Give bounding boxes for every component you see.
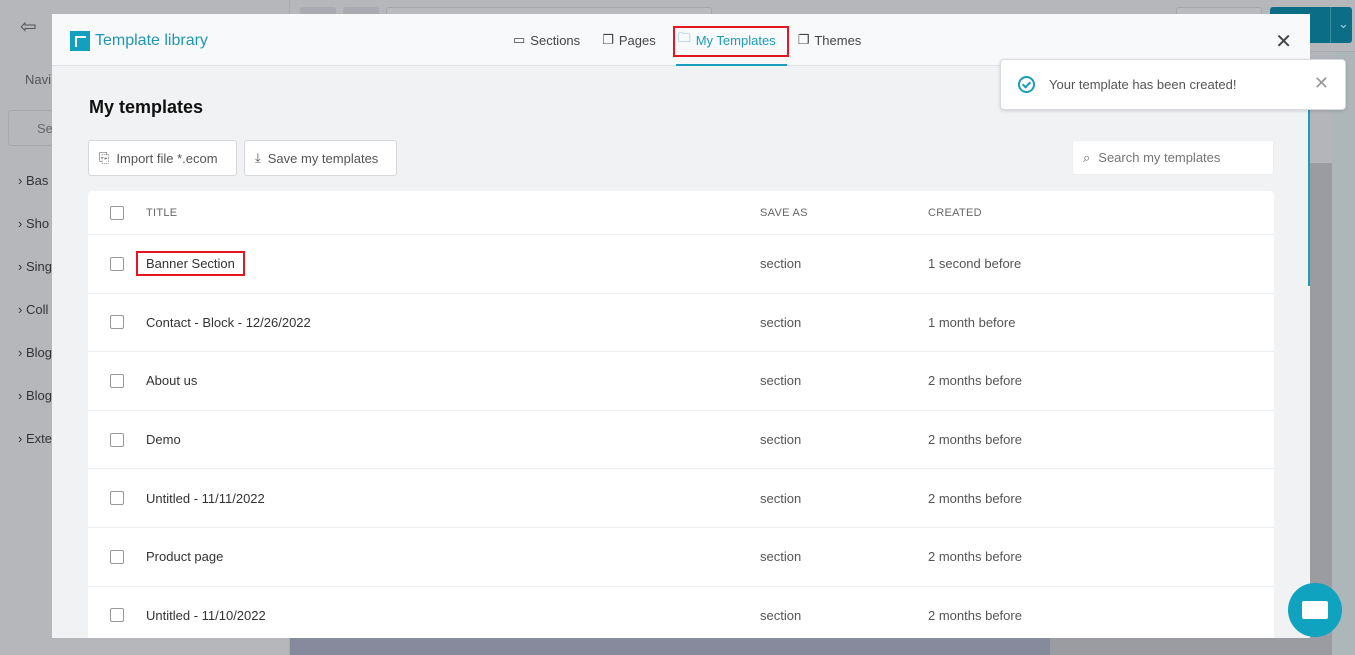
highlighted-title: Banner Section [136, 251, 245, 277]
sidebar-item[interactable]: › Exte [18, 431, 52, 446]
table-row[interactable]: Untitled - 11/11/2022 section 2 months bef… [88, 469, 1274, 528]
title-cell: Product page [146, 549, 224, 565]
sidebar-item-label: Bas [25, 173, 49, 188]
close-icon[interactable]: ✕ [1275, 29, 1292, 54]
right-panel [1332, 52, 1355, 655]
toast-message: Your template has been created! [1049, 77, 1237, 92]
search-icon: ⌕ [1083, 149, 1091, 165]
highlight-box [672, 26, 789, 57]
search-field[interactable]: ⌕ [1072, 140, 1274, 175]
button-label: Save my templates [267, 150, 379, 166]
column-save-as: SAVE AS [760, 206, 808, 219]
themes-icon: ❐ [797, 32, 810, 47]
save-as-cell: section [760, 549, 802, 565]
table-row[interactable]: About us section 2 months before [88, 352, 1274, 411]
sidebar-item-label: Blog [25, 345, 52, 360]
sidebar-item-label: Coll [25, 302, 49, 317]
tab-themes[interactable]: ❐ Themes [787, 14, 873, 66]
tab-label: Sections [530, 32, 581, 48]
created-cell: 2 months before [928, 432, 1022, 448]
created-cell: 2 months before [928, 373, 1022, 389]
sidebar-item-label: Blog [25, 388, 52, 403]
select-all-checkbox[interactable] [110, 205, 124, 220]
sidebar-item[interactable]: › Bas [18, 173, 48, 188]
created-cell: 2 months before [928, 607, 1022, 623]
tab-my-templates[interactable]: 🗀 My Templates [667, 14, 789, 66]
tab-label: Pages [618, 32, 656, 48]
sidebar-item-label: Sing [25, 259, 52, 274]
pages-icon: ❐ [602, 32, 614, 47]
tab-pages[interactable]: ❐ Pages [591, 14, 667, 66]
created-cell: 2 months before [928, 490, 1022, 506]
title-cell: Banner Section [136, 251, 760, 277]
button-label: Import file *.ecom [116, 150, 218, 166]
sidebar-item[interactable]: › Sho [18, 216, 49, 231]
chat-icon [1302, 601, 1328, 619]
save-as-cell: section [760, 373, 802, 389]
sidebar-item[interactable]: › Blog [18, 345, 52, 360]
column-created: CREATED [928, 206, 982, 219]
sidebar-item-label: Exte [25, 431, 52, 446]
row-checkbox[interactable] [110, 608, 124, 623]
save-as-cell: section [760, 490, 802, 506]
table-row[interactable]: Untitled - 11/10/2022 section 2 months bef… [88, 587, 1274, 638]
page-title: My templates [89, 97, 204, 117]
chat-button[interactable] [1288, 583, 1342, 637]
check-circle-icon [1018, 76, 1035, 93]
save-as-cell: section [760, 607, 802, 623]
table-row[interactable]: Demo section 2 months before [88, 411, 1274, 470]
title-cell: Demo [146, 432, 181, 448]
import-icon: ⎘ [99, 150, 110, 165]
tab-navigator[interactable]: Navi [25, 72, 51, 87]
search-input[interactable] [1098, 150, 1259, 165]
row-checkbox[interactable] [110, 373, 124, 388]
title-cell: Untitled - 11/10/2022 [146, 607, 266, 623]
row-checkbox[interactable] [110, 315, 124, 330]
sidebar-item-label: Sho [25, 216, 50, 231]
row-checkbox[interactable] [110, 491, 124, 506]
save-as-cell: section [760, 256, 802, 272]
title-cell: Contact - Block - 12/26/2022 [146, 314, 311, 330]
tab-bar: ▭ Sections ❐ Pages 🗀 My Templates ❐ Themes [502, 14, 872, 66]
canvas-footer [290, 636, 1050, 655]
created-cell: 1 month before [928, 314, 1016, 330]
table-header: TITLE SAVE AS CREATED [88, 191, 1274, 235]
logo: Template library [70, 31, 208, 51]
row-checkbox[interactable] [110, 549, 124, 564]
created-cell: 1 second before [928, 256, 1022, 272]
download-icon: ⤓ [255, 150, 261, 165]
logo-icon [70, 31, 90, 51]
save-as-cell: section [760, 432, 802, 448]
row-checkbox[interactable] [110, 432, 124, 447]
sidebar-item[interactable]: › Sing [18, 259, 52, 274]
title-cell: About us [146, 373, 198, 389]
templates-table: TITLE SAVE AS CREATED Banner Section sectio… [88, 191, 1274, 638]
column-title: TITLE [146, 206, 178, 219]
tab-label: Themes [814, 32, 862, 48]
save-as-cell: section [760, 314, 802, 330]
modal-title: Template library [95, 32, 208, 49]
row-checkbox[interactable] [110, 256, 124, 271]
table-row[interactable]: Product page section 2 months before [88, 528, 1274, 587]
exit-icon[interactable]: ⇦ [20, 14, 37, 39]
sidebar-item[interactable]: › Coll [18, 302, 48, 317]
success-toast: Your template has been created! ✕ [1000, 59, 1346, 110]
chevron-down-icon[interactable]: ⌄ [1330, 7, 1349, 43]
table-row[interactable]: Contact - Block - 12/26/2022 section 1 mon… [88, 294, 1274, 353]
created-cell: 2 months before [928, 549, 1022, 565]
sections-icon: ▭ [513, 32, 526, 47]
close-icon[interactable]: ✕ [1314, 73, 1329, 94]
title-cell: Untitled - 11/11/2022 [146, 490, 265, 506]
table-row[interactable]: Banner Section section 1 second before [88, 235, 1274, 294]
tab-sections[interactable]: ▭ Sections [502, 14, 591, 66]
save-templates-button[interactable]: ⤓ Save my templates [244, 140, 397, 176]
sidebar-item[interactable]: › Blog [18, 388, 52, 403]
import-file-button[interactable]: ⎘ Import file *.ecom [88, 140, 237, 176]
